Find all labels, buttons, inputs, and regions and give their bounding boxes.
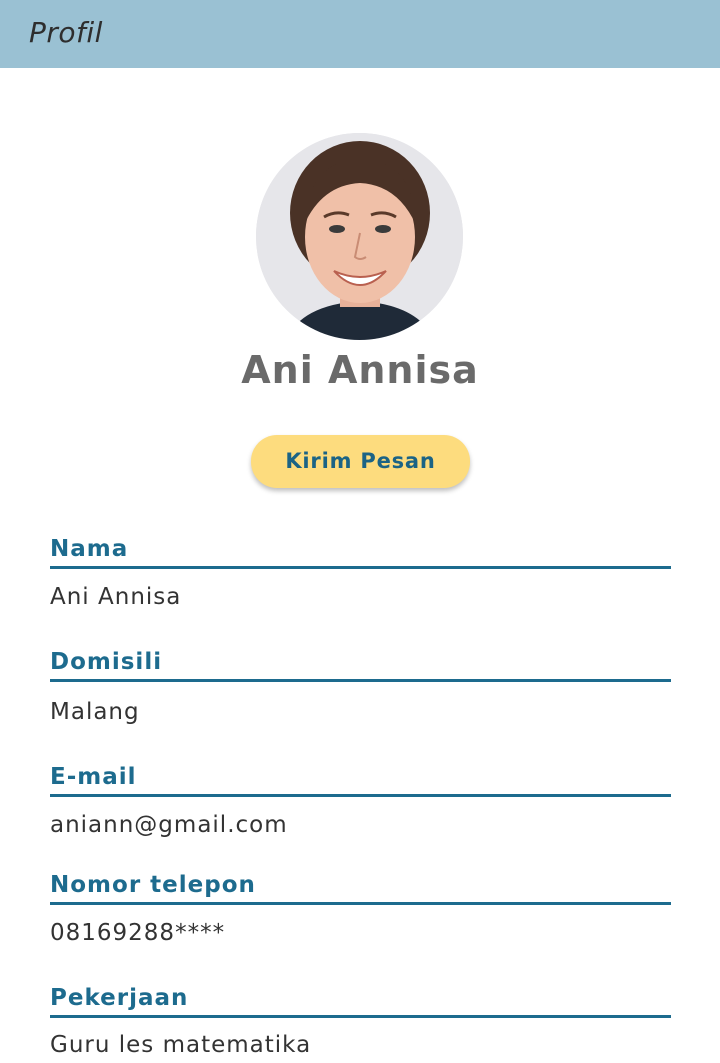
avatar xyxy=(256,133,463,340)
app-bar: Profil xyxy=(0,0,720,68)
divider xyxy=(50,566,671,569)
field-label-domisili: Domisili xyxy=(50,649,163,675)
send-message-button[interactable]: Kirim Pesan xyxy=(251,435,470,488)
field-value-domisili: Malang xyxy=(50,699,140,725)
field-value-email: aniann@gmail.com xyxy=(50,812,288,838)
profile-name: Ani Annisa xyxy=(241,348,479,392)
field-label-pekerjaan: Pekerjaan xyxy=(50,985,189,1011)
divider xyxy=(50,902,671,905)
field-value-phone: 08169288**** xyxy=(50,920,226,946)
field-label-nama: Nama xyxy=(50,536,129,562)
field-label-email: E-mail xyxy=(50,764,137,790)
profile-photo xyxy=(256,133,463,340)
field-value-nama: Ani Annisa xyxy=(50,584,182,610)
divider xyxy=(50,679,671,682)
page-title: Profil xyxy=(29,16,103,49)
field-value-pekerjaan: Guru les matematika xyxy=(50,1032,312,1058)
divider xyxy=(50,1015,671,1018)
divider xyxy=(50,794,671,797)
field-label-phone: Nomor telepon xyxy=(50,872,256,898)
